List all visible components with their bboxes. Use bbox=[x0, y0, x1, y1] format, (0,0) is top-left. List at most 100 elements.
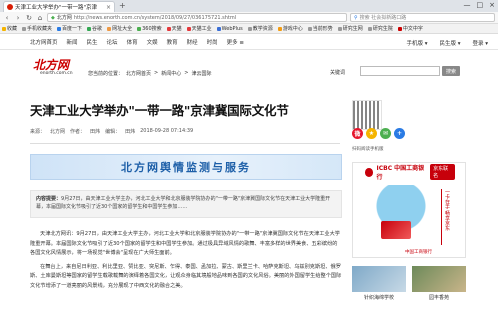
ad-banner[interactable]: 北方网舆情监测与服务 bbox=[30, 154, 342, 180]
thumbnail-image bbox=[412, 266, 466, 292]
folder-icon bbox=[367, 26, 372, 31]
folder-icon bbox=[22, 26, 27, 31]
author-value: 田炜 bbox=[90, 129, 101, 135]
star-icon bbox=[2, 26, 6, 31]
article-meta: 来源： 北方网 作者： 田炜 编辑： 田炜 2018-09-28 07:14:3… bbox=[30, 128, 193, 135]
thumbnail-list: 针织海绵学校 园丰香苑 bbox=[352, 266, 466, 301]
nav-item-education[interactable]: 教育 bbox=[167, 38, 178, 46]
bookmark-item[interactable]: 研究生院 bbox=[367, 25, 393, 32]
ad-brand: ICBC 中国工商银行 bbox=[376, 165, 425, 181]
folder-icon bbox=[247, 26, 252, 31]
home-button[interactable]: ⌂ bbox=[36, 14, 44, 22]
nav-item-sports[interactable]: 体育 bbox=[127, 38, 138, 46]
nav-item-finance[interactable]: 财经 bbox=[187, 38, 198, 46]
site-favicon-icon bbox=[7, 4, 13, 10]
source-label: 来源： bbox=[30, 129, 46, 135]
qzone-icon[interactable]: ★ bbox=[366, 128, 377, 139]
article-headline: 天津工业大学举办"一带一路"京津冀国际文化节 bbox=[30, 103, 289, 118]
address-bar[interactable]: ◆ 北方网 http://news.enorth.com.cn/system/2… bbox=[47, 13, 347, 22]
address-site-name: 北方网 bbox=[56, 15, 72, 21]
tmall-icon bbox=[186, 26, 191, 31]
new-tab-button[interactable]: + bbox=[119, 1, 126, 10]
breadcrumb-current[interactable]: 津云国际 bbox=[191, 70, 211, 77]
tab-title: 天津工业大学举办"一带一路"京津 bbox=[15, 5, 98, 11]
share-bar: 微 ★ ✉ + bbox=[352, 128, 405, 139]
bookmark-item[interactable]: 天猫工业 bbox=[186, 25, 212, 32]
nav-item-livelihood[interactable]: 民生 bbox=[87, 38, 98, 46]
browser-toolbar: ‹ › ↻ ⌂ ◆ 北方网 http://news.enorth.com.cn/… bbox=[0, 12, 498, 24]
webplus-icon bbox=[216, 26, 221, 31]
bookmark-item[interactable]: 网址大全 bbox=[107, 25, 132, 32]
bookmark-item[interactable]: 教学资源 bbox=[247, 25, 273, 32]
breadcrumb: 您当前的位置： 北方网首页 > 新闻中心 > 津云国际 bbox=[88, 70, 211, 77]
maximize-button[interactable]: □ bbox=[477, 1, 484, 9]
breadcrumb-prefix: 您当前的位置： bbox=[88, 71, 124, 77]
nav-item-forum[interactable]: 论坛 bbox=[107, 38, 118, 46]
breadcrumb-separator: > bbox=[154, 70, 159, 76]
close-tab-icon[interactable]: × bbox=[106, 4, 111, 11]
weibo-icon[interactable]: 微 bbox=[352, 128, 363, 139]
nav-item-news[interactable]: 新闻 bbox=[67, 38, 78, 46]
nav-item-entertainment[interactable]: 文娱 bbox=[147, 38, 158, 46]
google-icon bbox=[87, 26, 92, 31]
thumbnail-image bbox=[352, 266, 406, 292]
breadcrumb-home[interactable]: 北方网首页 bbox=[126, 70, 151, 77]
tmall-icon bbox=[166, 26, 171, 31]
window-controls: — □ × bbox=[464, 1, 496, 9]
thumbnail-item[interactable]: 园丰香苑 bbox=[412, 266, 466, 301]
mobile-version-link[interactable]: 手机版 ▾ bbox=[406, 39, 427, 47]
bookmark-item[interactable]: WebPlus bbox=[216, 26, 243, 32]
breadcrumb-news-center[interactable]: 新闻中心 bbox=[161, 70, 181, 77]
paw-icon bbox=[57, 26, 62, 31]
refresh-button[interactable]: ↻ bbox=[25, 14, 33, 22]
bookmark-item[interactable]: 当前形势 bbox=[307, 25, 333, 32]
bookmark-item[interactable]: 百度一下 bbox=[57, 25, 82, 32]
breadcrumb-separator: > bbox=[184, 70, 189, 76]
article-paragraph: 天津北方网讯：9月27日，由天津工业大学主办，河北工业大学和北京服装学院协办的"… bbox=[30, 231, 340, 256]
keyword-search-input[interactable] bbox=[360, 66, 440, 76]
wechat-icon[interactable]: ✉ bbox=[380, 128, 391, 139]
publish-datetime: 2018-09-28 07:14:39 bbox=[140, 128, 194, 134]
folder-icon bbox=[307, 26, 312, 31]
globe-icon bbox=[107, 26, 112, 31]
editor-value: 田炜 bbox=[125, 129, 136, 135]
qr-label: 扫码阅读手机版 bbox=[352, 147, 384, 152]
login-link[interactable]: 登录 ▾ bbox=[472, 39, 488, 47]
minimize-button[interactable]: — bbox=[464, 1, 471, 9]
bookmark-item[interactable]: 游戏中心 bbox=[277, 25, 303, 32]
browser-search-box[interactable]: ⚲ 搜索 社会拟新路口路 bbox=[350, 13, 495, 22]
divider bbox=[30, 143, 340, 144]
more-share-icon[interactable]: + bbox=[394, 128, 405, 139]
bookmark-item[interactable]: 收藏 bbox=[2, 25, 17, 32]
sidebar-ad[interactable]: ICBC 中国工商银行 京东联名 一卡在手 畅享京东 中国工商银行 bbox=[352, 162, 466, 258]
back-button[interactable]: ‹ bbox=[3, 14, 11, 22]
game-icon bbox=[277, 26, 282, 31]
ad-footer: 中国工商银行 bbox=[405, 250, 432, 255]
address-url[interactable]: http://news.enorth.com.cn/system/2018/09… bbox=[74, 15, 236, 21]
bookmark-item[interactable]: 天猫 bbox=[166, 25, 182, 32]
nav-item-home[interactable]: 北方网首页 bbox=[30, 38, 58, 46]
nav-item-more[interactable]: 更多 ≡ bbox=[227, 38, 244, 46]
source-value[interactable]: 北方网 bbox=[50, 128, 65, 135]
thumbnail-item[interactable]: 针织海绵学校 bbox=[352, 266, 406, 301]
shield-icon: ◆ bbox=[51, 14, 55, 21]
ad-header: ICBC 中国工商银行 京东联名 bbox=[353, 163, 465, 181]
forward-button[interactable]: › bbox=[14, 14, 22, 22]
site-header: 北方网 enorth.com.cn 您当前的位置： 北方网首页 > 新闻中心 >… bbox=[30, 56, 470, 80]
nav-item-fashion[interactable]: 时尚 bbox=[207, 38, 218, 46]
livelihood-version-link[interactable]: 民生版 ▾ bbox=[439, 39, 460, 47]
bookmark-item[interactable]: 360搜索 bbox=[137, 25, 162, 32]
article-paragraph: 在舞台上，来自尼日利亚、利比里亚、赞比亚、突尼斯、乍得、泰国、孟加拉、蒙古、斯里… bbox=[30, 263, 342, 289]
folder-icon bbox=[337, 26, 342, 31]
site-nav-right: 手机版 ▾ 民生版 ▾ 登录 ▾ bbox=[406, 39, 488, 47]
bookmark-item[interactable]: 研究生网 bbox=[337, 25, 363, 32]
bookmark-item[interactable]: 手机收藏夹 bbox=[22, 25, 52, 32]
bookmark-item[interactable]: 中文中字 bbox=[397, 25, 423, 32]
search-icon: ⚲ bbox=[354, 14, 358, 21]
browser-tab[interactable]: 天津工业大学举办"一带一路"京津 × bbox=[3, 1, 115, 12]
search-button[interactable]: 搜索 bbox=[442, 66, 460, 76]
thumbnail-caption: 针织海绵学校 bbox=[363, 295, 394, 301]
site-logo[interactable]: 北方网 enorth.com.cn bbox=[30, 56, 76, 78]
bookmark-item[interactable]: 谷歌 bbox=[87, 25, 102, 32]
close-window-button[interactable]: × bbox=[489, 1, 495, 9]
